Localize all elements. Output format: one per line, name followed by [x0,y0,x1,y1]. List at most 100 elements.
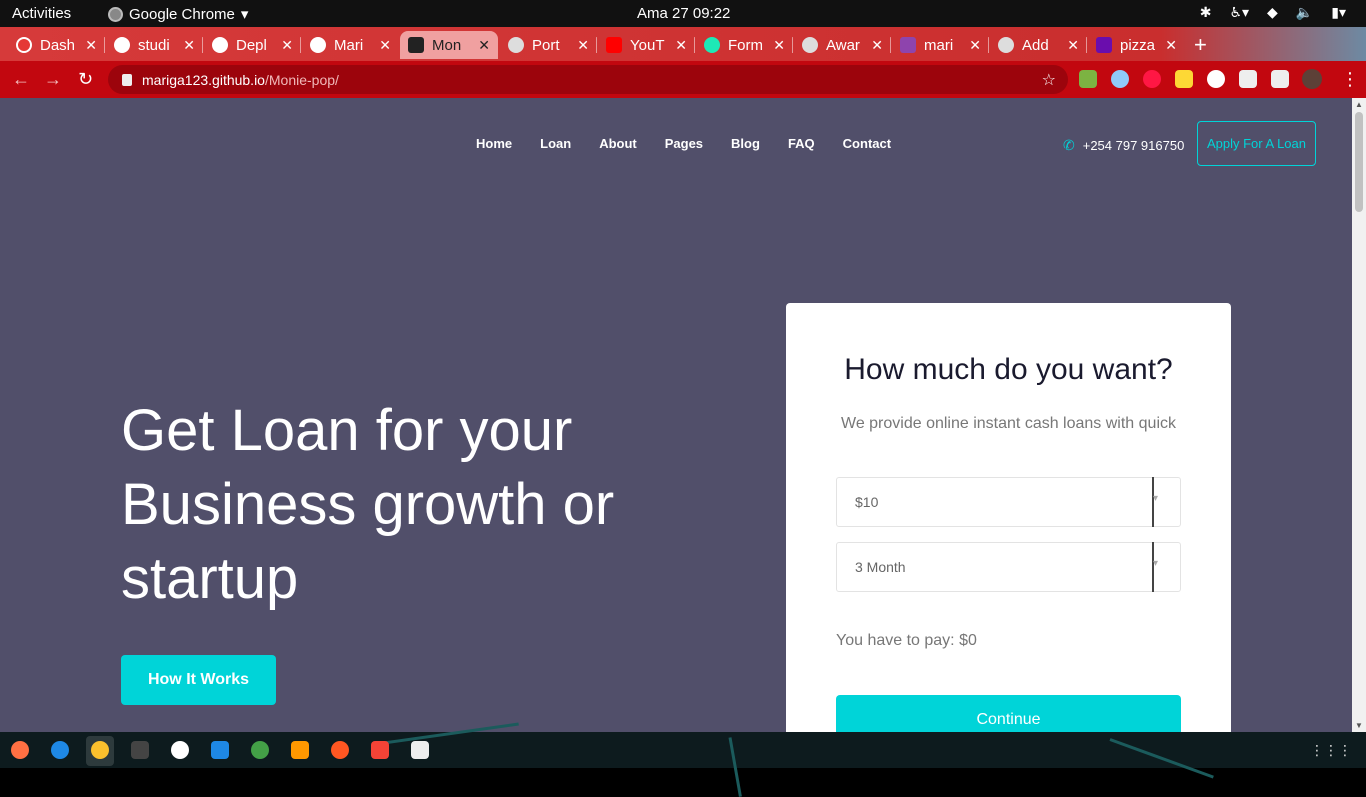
apply-for-loan-button[interactable]: Apply For A Loan [1197,121,1316,166]
close-icon[interactable]: ✕ [281,37,293,54]
tab-label: YouT [630,36,665,54]
chrome-icon [108,6,123,22]
github-icon [212,37,228,53]
nav-pages[interactable]: Pages [665,136,703,151]
tab-7[interactable]: Form ✕ [696,31,793,59]
tab-2[interactable]: Depl ✕ [204,31,301,59]
extension-white-circle-icon[interactable] [1207,70,1225,88]
new-tab-plus-icon[interactable]: + [1194,32,1207,58]
volume-icon[interactable]: 🔈 [1296,4,1313,21]
menu-kebab-icon[interactable]: ⋮ [1341,69,1359,90]
lock-icon [122,73,132,86]
accessibility-icon[interactable]: ♿▾ [1229,4,1249,21]
help-icon[interactable] [51,741,69,759]
extension-hand-icon[interactable] [1143,70,1161,88]
vscode-icon[interactable] [211,741,229,759]
period-select[interactable]: 3 Month ▾ [836,542,1181,592]
profile-avatar[interactable] [1302,69,1322,89]
close-icon[interactable]: ✕ [773,37,785,54]
reload-icon[interactable]: ↻ [78,69,93,90]
tab-label: studi [138,36,170,54]
show-apps-grid-icon[interactable]: ⋮⋮⋮ [1310,742,1352,759]
close-icon[interactable]: ✕ [478,37,490,54]
chrome-icon[interactable] [91,741,109,759]
extension-yellow-icon[interactable] [1175,70,1193,88]
tab-label: pizza [1120,36,1156,54]
vlc-icon[interactable] [291,741,309,759]
nav-home[interactable]: Home [476,136,512,151]
slack-tray-icon[interactable]: ✱ [1200,4,1212,21]
bookmark-star-icon[interactable]: ☆ [1042,70,1056,90]
calculator-subtitle: We provide online instant cash loans wit… [841,415,1176,432]
back-arrow-icon[interactable]: ← [12,69,30,90]
tab-8[interactable]: Awar ✕ [794,31,891,59]
main-nav: Home Loan About Pages Blog FAQ Contact [476,136,891,151]
globe-icon [508,37,524,53]
system-tray[interactable]: ✱ ♿▾ ◆ 🔈 ▮▾ [1200,4,1346,21]
address-path: /Monie-pop/ [264,71,339,88]
extension-equalizer-icon[interactable] [1079,70,1097,88]
tab-9[interactable]: mari ✕ [892,31,989,59]
app-name: Google Chrome [129,5,235,23]
tab-1[interactable]: studi ✕ [106,31,203,59]
close-icon[interactable]: ✕ [577,37,589,54]
close-icon[interactable]: ✕ [85,37,97,54]
nav-blog[interactable]: Blog [731,136,760,151]
extension-circle-icon[interactable] [1111,70,1129,88]
scroll-down-icon[interactable]: ▼ [1355,721,1363,730]
slack-icon[interactable] [171,741,189,759]
tab-label: Mon [432,36,462,54]
youtube-icon[interactable] [371,741,389,759]
tab-6[interactable]: YouT ✕ [598,31,695,59]
tab-label: Port [532,36,560,54]
tab-0[interactable]: Dash ✕ [8,31,105,59]
page-viewport: Home Loan About Pages Blog FAQ Contact ✆… [0,98,1352,732]
tab-10[interactable]: Add ✕ [990,31,1087,59]
close-icon[interactable]: ✕ [1067,37,1079,54]
tab-5[interactable]: Port ✕ [500,31,597,59]
nav-about[interactable]: About [599,136,637,151]
phone-icon: ✆ [1063,137,1075,153]
continue-button[interactable]: Continue [836,695,1181,732]
loan-calculator-card: How much do you want? We provide online … [786,303,1231,732]
whatsapp-icon[interactable] [251,741,269,759]
chevron-down-icon: ▾ [1152,493,1158,504]
postman-icon[interactable] [331,741,349,759]
nav-contact[interactable]: Contact [843,136,891,151]
tab-4-active[interactable]: Mon ✕ [400,31,498,59]
tab-11[interactable]: pizza ✕ [1088,31,1185,59]
extensions-puzzle-icon[interactable] [1239,70,1257,88]
battery-icon[interactable]: ▮▾ [1331,4,1346,21]
close-icon[interactable]: ✕ [871,37,883,54]
tab-label: Depl [236,36,267,54]
amount-select[interactable]: $10 ▾ [836,477,1181,527]
address-bar[interactable]: mariga123.github.io /Monie-pop/ ☆ [108,65,1068,94]
files-icon[interactable] [411,741,429,759]
firefox-icon[interactable] [11,741,29,759]
forward-arrow-icon[interactable]: → [44,69,62,90]
tab-3[interactable]: Mari ✕ [302,31,399,59]
amount-value: $10 [855,494,879,510]
how-it-works-button[interactable]: How It Works [121,655,276,705]
close-icon[interactable]: ✕ [1165,37,1177,54]
close-icon[interactable]: ✕ [675,37,687,54]
activities-button[interactable]: Activities [12,5,71,22]
system-clock[interactable]: Ama 27 09:22 [637,5,730,22]
nav-faq[interactable]: FAQ [788,136,815,151]
angular-icon [408,37,424,53]
nav-loan[interactable]: Loan [540,136,571,151]
scrollbar-thumb[interactable] [1355,112,1363,212]
close-icon[interactable]: ✕ [183,37,195,54]
globe-icon [998,37,1014,53]
phone-contact[interactable]: ✆ +254 797 916750 [1063,137,1184,154]
app-menu[interactable]: Google Chrome ▾ [108,5,248,23]
calculator-title: How much do you want? [844,353,1173,386]
close-icon[interactable]: ✕ [969,37,981,54]
media-queue-icon[interactable] [1271,70,1289,88]
wifi-icon[interactable]: ◆ [1267,4,1278,21]
terminal-icon[interactable] [131,741,149,759]
close-icon[interactable]: ✕ [379,37,391,54]
scroll-up-icon[interactable]: ▲ [1355,100,1363,109]
tab-label: Mari [334,36,364,54]
page-scrollbar[interactable]: ▲ ▼ [1352,98,1366,732]
